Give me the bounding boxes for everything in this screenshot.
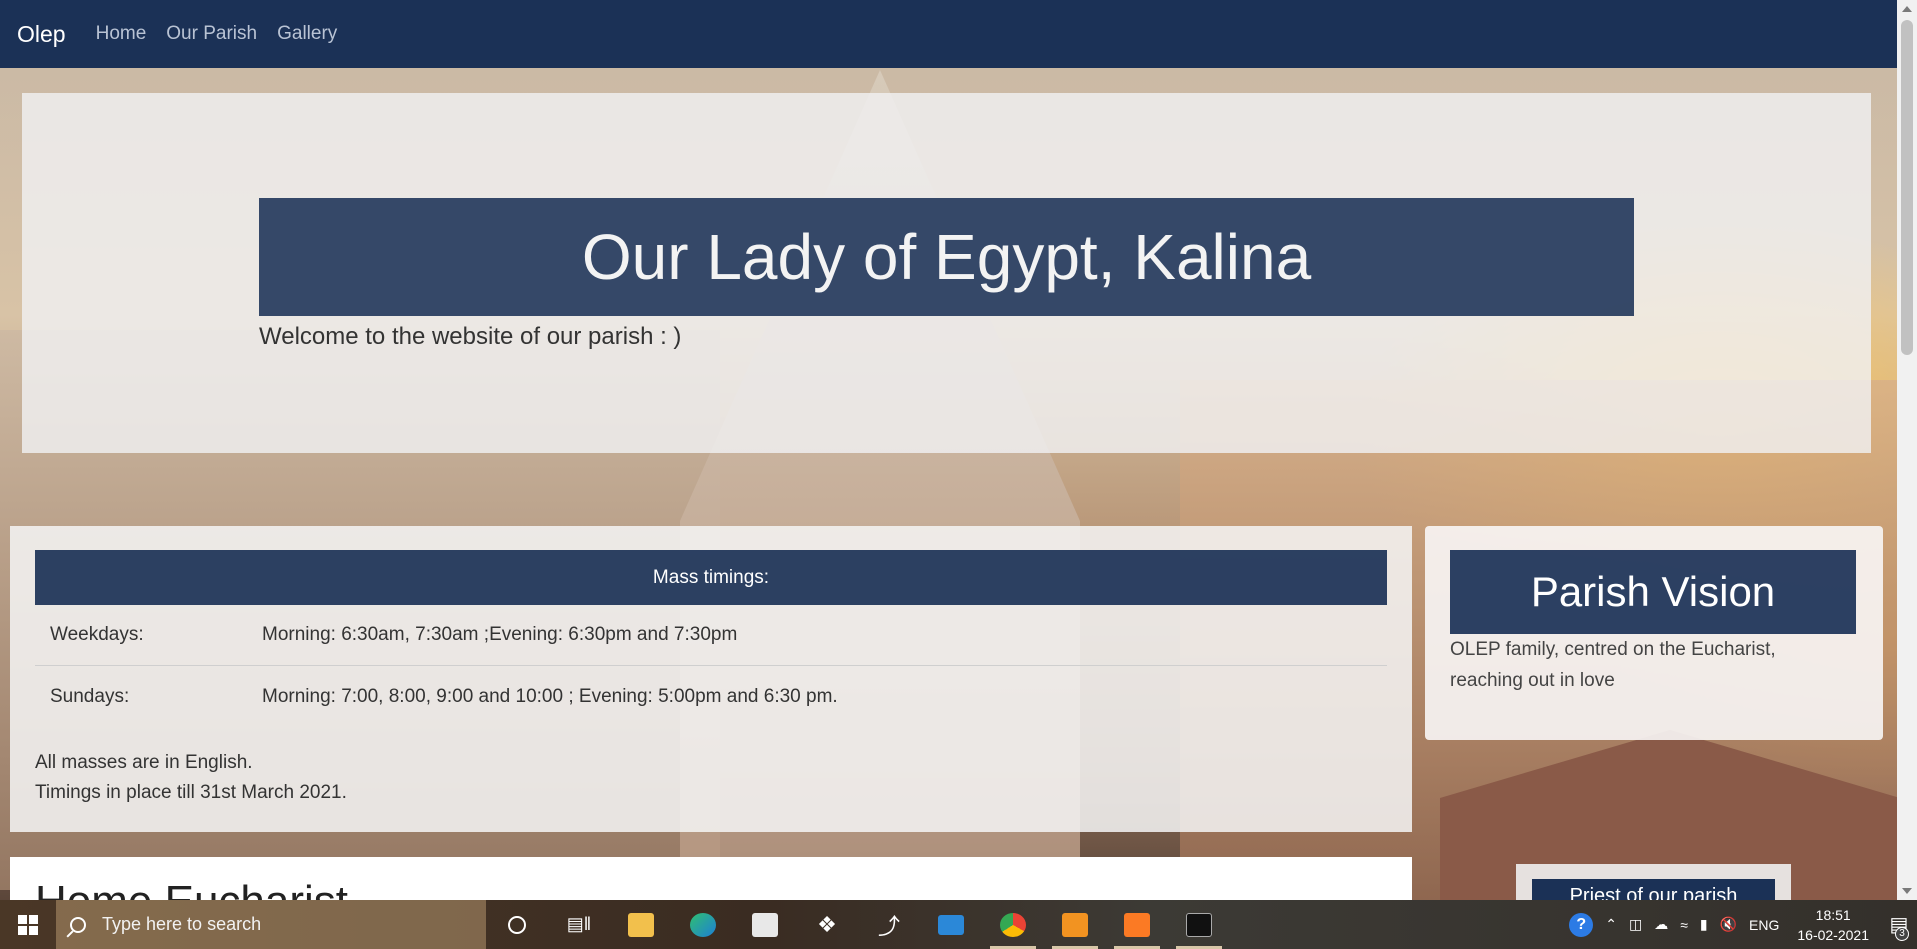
task-view-button[interactable]: ▤‖ [548,900,610,949]
scrollbar-thumb[interactable] [1901,20,1913,355]
chevron-up-icon[interactable]: ⌃ [1605,916,1617,933]
mass-note-language: All masses are in English. [35,752,253,773]
mass-timings-header: Mass timings: [35,550,1387,605]
page-title: Our Lady of Egypt, Kalina [581,221,1312,293]
taskbar-search-placeholder: Type here to search [102,914,262,934]
sublime-text-icon [1062,912,1088,937]
bolt-app-button[interactable]: ⤴ [858,900,920,949]
table-row: Weekdays: Morning: 6:30am, 7:30am ;Eveni… [35,605,1387,666]
terminal-button[interactable] [1168,900,1230,949]
clock-date: 16-02-2021 [1797,926,1869,943]
search-icon [70,916,86,933]
mass-note-validity: Timings in place till 31st March 2021. [35,782,347,803]
clock-time: 18:51 [1815,906,1851,923]
windows-logo-icon [18,914,38,935]
taskbar-search-box[interactable]: Type here to search [56,900,486,949]
wifi-icon[interactable]: ≈ [1680,917,1688,933]
start-button[interactable] [0,900,56,949]
device-icon[interactable]: ◫ [1629,916,1642,933]
sublime-text-button[interactable] [1044,900,1106,949]
nav-link-home[interactable]: Home [96,23,147,45]
windows-taskbar: Type here to search ▤‖ ❖ ⤴ ? ⌃ ◫ ☁ ≈ ▮ 🔇… [0,900,1917,949]
edge-icon [690,912,716,937]
brand-logo[interactable]: Olep [17,21,66,48]
mass-times-sundays: Morning: 7:00, 8:00, 9:00 and 10:00 ; Ev… [262,685,838,707]
cortana-button[interactable] [486,900,548,949]
parish-vision-card: Parish Vision OLEP family, centred on th… [1425,526,1883,740]
dropbox-button[interactable]: ❖ [796,900,858,949]
battery-icon[interactable]: ▮ [1700,916,1708,933]
notification-count-badge: 3 [1895,927,1909,941]
navbar: Olep Home Our Parish Gallery [0,0,1897,68]
priest-card: Priest of our parish [1516,864,1791,904]
xampp-icon [1124,912,1150,937]
parish-vision-text: OLEP family, centred on the Eucharist, r… [1450,639,1776,691]
store-bag-icon [752,912,778,937]
task-view-icon: ▤‖ [566,914,592,934]
table-row: Sundays: Morning: 7:00, 8:00, 9:00 and 1… [35,666,1387,727]
hero-jumbotron: Our Lady of Egypt, Kalina Welcome to the… [22,93,1871,453]
mass-times-weekdays: Morning: 6:30am, 7:30am ;Evening: 6:30pm… [262,624,738,645]
mass-day-sundays: Sundays: [50,685,130,707]
language-indicator[interactable]: ENG [1749,917,1779,933]
clock[interactable]: 18:51 16-02-2021 [1797,905,1869,945]
cloud-icon[interactable]: ☁ [1654,916,1668,933]
system-tray: ? ⌃ ◫ ☁ ≈ ▮ 🔇 ENG 18:51 16-02-2021 ▤ 3 [1563,900,1917,949]
mass-day-weekdays: Weekdays: [50,624,144,645]
parish-vision-title: Parish Vision [1450,550,1856,634]
terminal-icon [1186,912,1212,937]
scroll-down-arrow-icon[interactable] [1902,888,1912,894]
lightning-bolt-icon: ⤴ [877,913,900,939]
mass-timings-panel: Mass timings: Weekdays: Morning: 6:30am,… [10,526,1412,832]
scroll-up-arrow-icon[interactable] [1902,6,1912,12]
volume-muted-icon[interactable]: 🔇 [1720,916,1737,933]
store-button[interactable] [734,900,796,949]
help-icon[interactable]: ? [1569,912,1594,937]
file-explorer-button[interactable] [610,900,672,949]
edge-button[interactable] [672,900,734,949]
nav-link-our-parish[interactable]: Our Parish [166,23,257,45]
mail-button[interactable] [920,900,982,949]
hero-title-box: Our Lady of Egypt, Kalina [259,198,1634,316]
welcome-text: Welcome to the website of our parish : ) [259,323,682,350]
cortana-icon [508,915,526,934]
mail-envelope-icon [938,914,964,935]
chrome-icon [1000,912,1026,937]
folder-icon [628,912,654,937]
action-center-button[interactable]: ▤ 3 [1881,900,1917,949]
page-scrollbar[interactable] [1897,0,1917,900]
xampp-button[interactable] [1106,900,1168,949]
dropbox-icon: ❖ [817,911,837,937]
chrome-button[interactable] [982,900,1044,949]
nav-link-gallery[interactable]: Gallery [277,23,337,45]
